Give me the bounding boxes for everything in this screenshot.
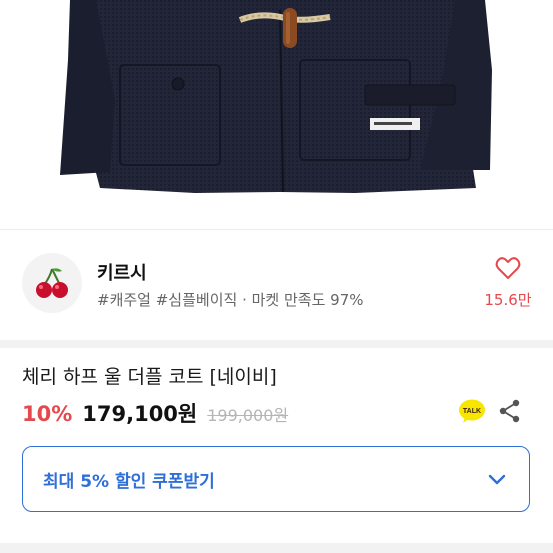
share-icon xyxy=(499,399,520,423)
original-price: 199,000원 xyxy=(207,406,289,425)
product-title: 체리 하프 울 더플 코트 [네이비] xyxy=(22,366,277,388)
talk-label: TALK xyxy=(463,408,481,415)
cherry-icon xyxy=(36,268,68,298)
chevron-down-icon xyxy=(488,474,506,485)
section-divider xyxy=(0,340,553,348)
brand-name[interactable]: 키르시 xyxy=(97,259,147,285)
coat-image xyxy=(60,0,492,193)
divider xyxy=(0,229,553,230)
kakao-talk-button[interactable]: TALK xyxy=(458,398,486,424)
price-row: 10% 179,100원 199,000원 xyxy=(22,398,288,426)
coupon-button[interactable]: 최대 5% 할인 쿠폰받기 xyxy=(22,446,530,512)
sale-price: 179,100원 xyxy=(82,402,198,426)
discount-rate: 10% xyxy=(22,402,73,426)
section-divider xyxy=(0,543,553,553)
like-count: 15.6만 xyxy=(484,291,532,309)
product-image[interactable] xyxy=(0,0,553,228)
share-button[interactable] xyxy=(497,398,523,424)
coupon-label: 최대 5% 할인 쿠폰받기 xyxy=(43,471,215,492)
brand-tags: #캐주얼 #심플베이직 · 마켓 만족도 97% xyxy=(97,291,364,309)
brand-logo[interactable] xyxy=(22,253,82,313)
kakao-talk-icon: TALK xyxy=(459,399,485,423)
heart-icon xyxy=(495,257,521,279)
